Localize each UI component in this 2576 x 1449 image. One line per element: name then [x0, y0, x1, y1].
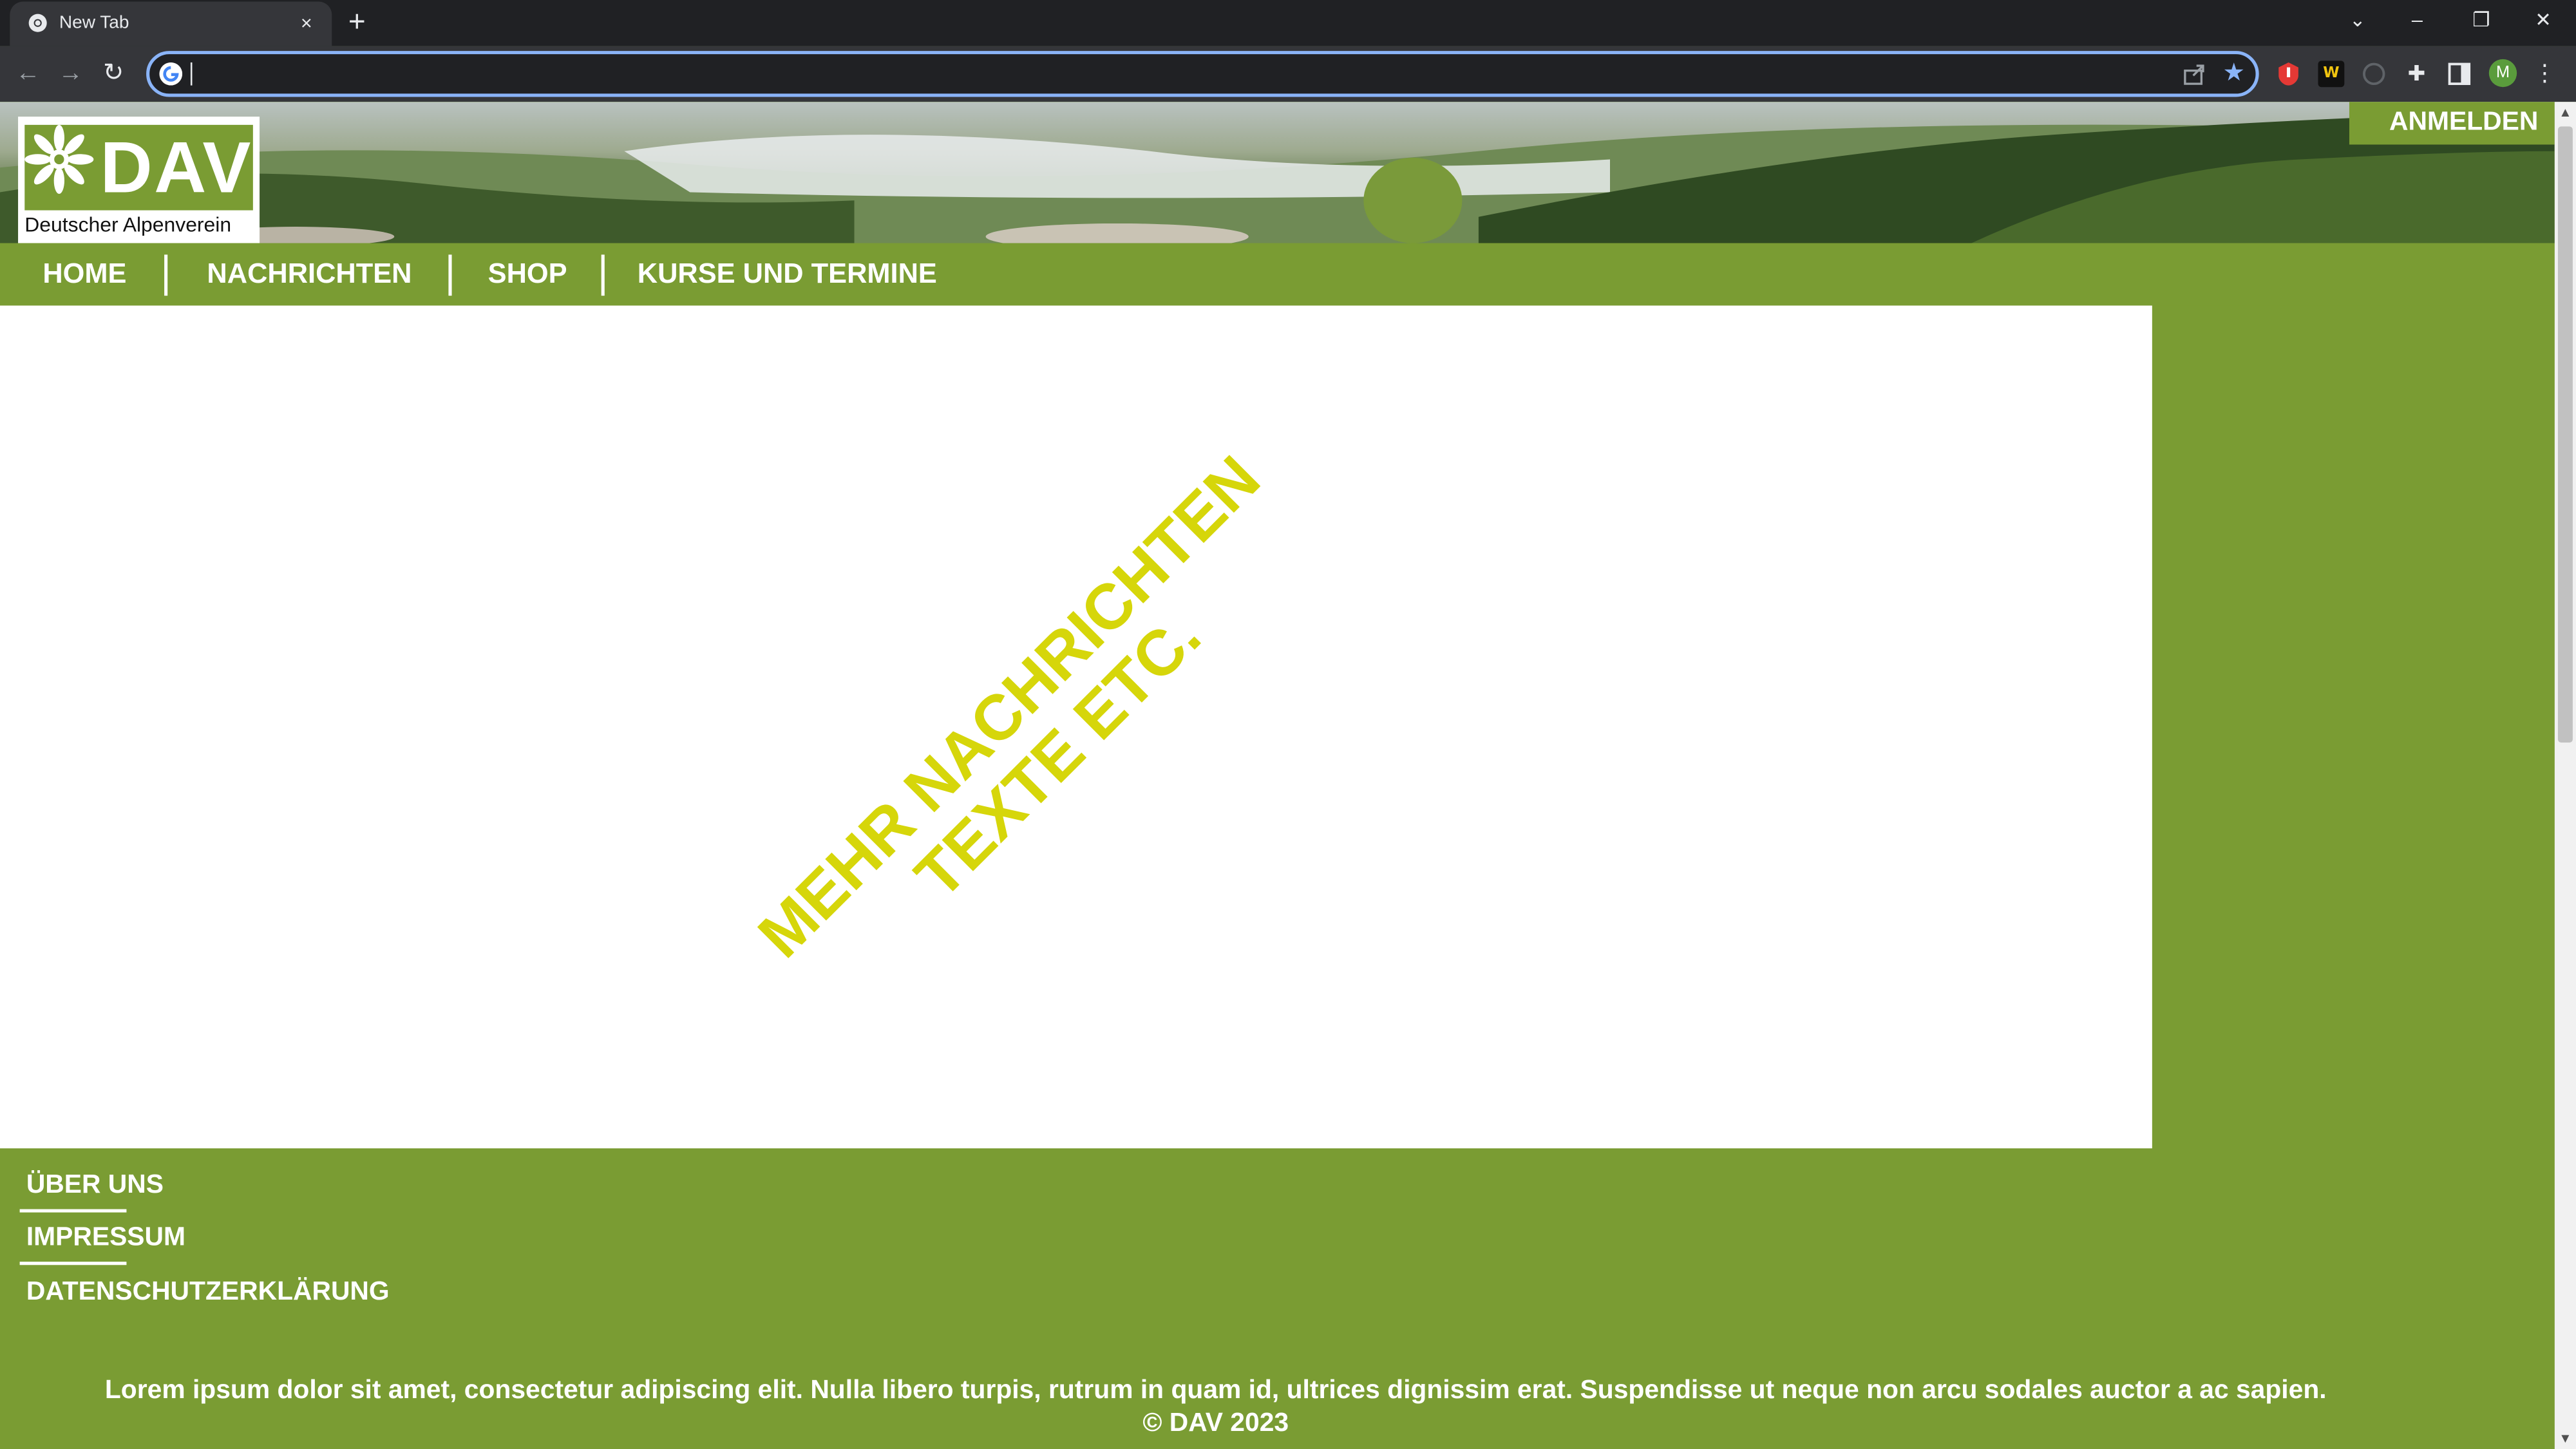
extension-w-icon[interactable]: W — [2318, 61, 2345, 88]
footer-divider — [19, 1209, 127, 1213]
main-navigation: HOME NACHRICHTEN SHOP KURSE UND TERMINE — [0, 243, 2555, 306]
nav-item-nachrichten[interactable]: NACHRICHTEN — [207, 243, 412, 306]
address-bar[interactable]: ★ — [146, 51, 2259, 97]
extension-red-icon[interactable] — [2275, 61, 2302, 87]
close-icon[interactable]: × — [301, 10, 312, 36]
placeholder-line-2: TEXTE ETC. — [902, 600, 1215, 913]
restore-button[interactable]: ❐ — [2472, 5, 2490, 35]
logo-subtitle: Deutscher Alpenverein — [24, 213, 232, 237]
tab-title: New Tab — [59, 13, 129, 33]
footer-link-datenschutz[interactable]: DATENSCHUTZERKLÄRUNG — [26, 1276, 390, 1309]
kebab-menu-icon[interactable]: ⋮ — [2533, 59, 2557, 86]
star-icon[interactable]: ★ — [2223, 59, 2245, 89]
footer-copyright: © DAV 2023 — [1142, 1409, 1289, 1438]
google-g-icon — [159, 62, 183, 86]
scrollbar-thumb[interactable] — [2557, 126, 2573, 743]
share-icon[interactable] — [2182, 61, 2208, 87]
hero-banner: DAV Deutscher Alpenverein ANMELDEN — [0, 102, 2555, 243]
side-panel-icon[interactable] — [2446, 61, 2472, 87]
puzzle-icon[interactable]: ✚ — [2403, 61, 2430, 87]
footer-lorem: Lorem ipsum dolor sit amet, consectetur … — [104, 1376, 2327, 1405]
scroll-down-icon[interactable]: ▼ — [2555, 1428, 2576, 1449]
edelweiss-icon — [24, 124, 94, 194]
browser-window: New Tab × + ⌄ – ❐ ✕ ← → ↻ ★ W ✚ M ⋮ DAV … — [0, 0, 2576, 1449]
nav-divider — [164, 254, 168, 296]
vertical-scrollbar[interactable]: ▲ ▼ — [2554, 102, 2576, 1449]
placeholder-line-1: MEHR NACHRICHTEN — [746, 443, 1274, 972]
text-caret — [190, 62, 193, 86]
footer-divider — [19, 1262, 127, 1265]
back-button[interactable]: ← — [12, 57, 44, 90]
nav-item-kurse-und-termine[interactable]: KURSE UND TERMINE — [638, 243, 937, 306]
placeholder-text: MEHR NACHRICHTEN TEXTE ETC. — [609, 307, 1445, 1143]
footer-link-impressum[interactable]: IMPRESSUM — [26, 1222, 185, 1255]
landscape-image — [0, 109, 2555, 243]
minimize-button[interactable]: – — [2412, 5, 2423, 35]
nav-item-home[interactable]: HOME — [43, 243, 126, 306]
chrome-icon — [28, 14, 47, 32]
footer-link-ueber-uns[interactable]: ÜBER UNS — [26, 1170, 164, 1202]
main-content: MEHR NACHRICHTEN TEXTE ETC. — [0, 305, 2152, 1149]
tab-strip: New Tab × + ⌄ – ❐ ✕ — [0, 0, 2576, 46]
login-button[interactable]: ANMELDEN — [2349, 102, 2555, 145]
logo-badge: DAV — [24, 124, 253, 211]
web-page: DAV Deutscher Alpenverein ANMELDEN HOME … — [0, 102, 2555, 1449]
window-close-button[interactable]: ✕ — [2535, 5, 2552, 35]
avatar[interactable]: M — [2488, 59, 2517, 88]
extension-circle-icon[interactable] — [2361, 61, 2387, 87]
dav-logo[interactable]: DAV Deutscher Alpenverein — [18, 117, 260, 243]
browser-toolbar: ← → ↻ ★ W ✚ M ⋮ — [0, 46, 2576, 102]
footer-text: Lorem ipsum dolor sit amet, consectetur … — [0, 1375, 2432, 1441]
address-input[interactable] — [198, 57, 2170, 91]
logo-wordmark: DAV — [100, 128, 252, 209]
new-tab-button[interactable]: + — [348, 3, 366, 39]
nav-divider — [601, 254, 605, 296]
forward-button[interactable]: → — [54, 57, 87, 90]
reload-button[interactable]: ↻ — [97, 57, 130, 90]
nav-divider — [448, 254, 452, 296]
chevron-down-icon[interactable]: ⌄ — [2349, 5, 2366, 35]
tab-new-tab[interactable]: New Tab × — [10, 1, 332, 46]
nav-item-shop[interactable]: SHOP — [488, 243, 567, 306]
scroll-up-icon[interactable]: ▲ — [2555, 102, 2576, 123]
